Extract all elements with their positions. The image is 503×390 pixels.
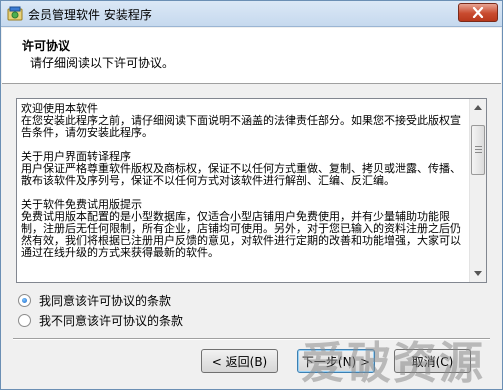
grip-line xyxy=(475,149,482,150)
grip-line xyxy=(475,146,482,147)
window-title: 会员管理软件 安装程序 xyxy=(28,8,152,22)
installer-window: 会员管理软件 安装程序 许可协议 请仔细阅读以下许可协议。 欢迎使用本软件 在您… xyxy=(0,0,503,390)
grip-line xyxy=(475,152,482,153)
license-text: 欢迎使用本软件 在您安装此程序之前，请仔细阅读下面说明不涵盖的法律责任部分。如果… xyxy=(21,102,461,259)
license-textbox[interactable]: 欢迎使用本软件 在您安装此程序之前，请仔细阅读下面说明不涵盖的法律责任部分。如果… xyxy=(16,98,487,283)
back-button[interactable]: < 返回(B) xyxy=(201,349,278,373)
scroll-down-button[interactable] xyxy=(470,265,486,282)
close-icon xyxy=(472,7,484,18)
decline-radio[interactable] xyxy=(18,313,31,327)
title-bar[interactable]: 会员管理软件 安装程序 xyxy=(1,1,502,27)
chevron-down-icon xyxy=(474,271,482,276)
close-button[interactable] xyxy=(458,3,498,22)
scroll-thumb[interactable] xyxy=(471,125,485,175)
installer-app-icon xyxy=(7,6,23,21)
next-button[interactable]: 下一步(N) > xyxy=(297,349,375,373)
radio-selected-dot xyxy=(22,297,27,303)
scroll-up-button[interactable] xyxy=(470,99,486,116)
chevron-up-icon xyxy=(474,105,482,110)
accept-radio[interactable] xyxy=(18,293,31,307)
page-title: 许可协议 xyxy=(22,39,71,53)
vertical-scrollbar[interactable] xyxy=(469,99,486,282)
button-area-divider xyxy=(13,338,490,340)
cancel-button[interactable]: 取消(C) xyxy=(394,349,471,373)
accept-label[interactable]: 我同意该许可协议的条款 xyxy=(39,292,171,309)
decline-label[interactable]: 我不同意该许可协议的条款 xyxy=(39,312,183,329)
wizard-header: 许可协议 请仔细阅读以下许可协议。 xyxy=(2,28,501,84)
decline-option[interactable]: 我不同意该许可协议的条款 xyxy=(18,312,183,328)
page-subtitle: 请仔细阅读以下许可协议。 xyxy=(30,56,175,70)
accept-option[interactable]: 我同意该许可协议的条款 xyxy=(18,292,171,308)
